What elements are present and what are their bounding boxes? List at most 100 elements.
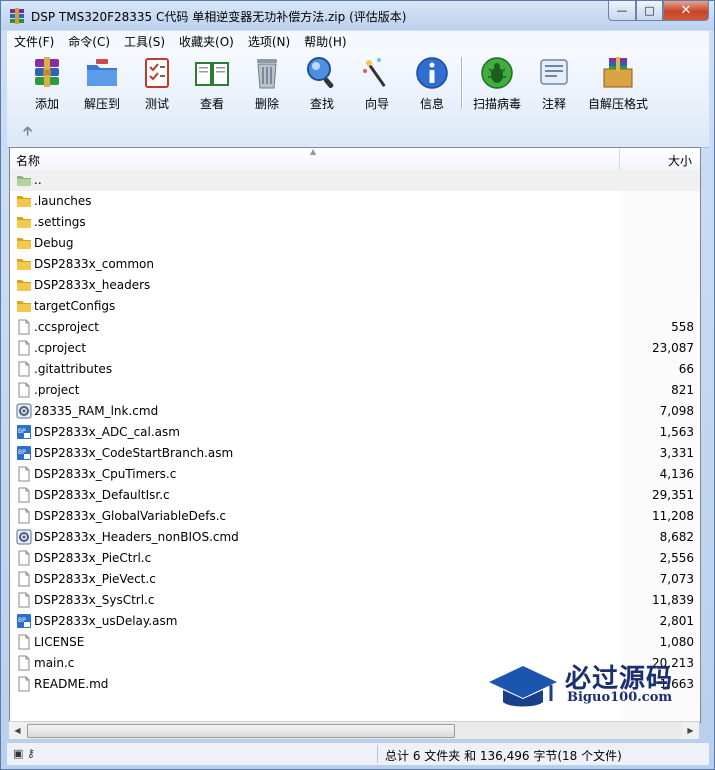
toolbar: 添加 解压到 测试 查看 删除 查找 向导 信息 扫描病毒 注释 自解压格式 🡱 [7,51,709,148]
menu-tools[interactable]: 工具(S) [117,33,172,50]
horizontal-scrollbar[interactable]: ◀ ▶ [9,721,699,739]
test-button[interactable]: 测试 [126,55,188,113]
file-name: DSP2833x_Headers_nonBIOS.cmd [34,530,239,544]
watermark: 必过源码 Biguo100.com [487,660,697,716]
minimize-button[interactable]: — [608,1,636,21]
file-row[interactable]: BP DSP2833x_usDelay.asm 2,801 [10,611,700,632]
file-name: DSP2833x_GlobalVariableDefs.c [34,509,227,523]
file-row[interactable]: DSP2833x_GlobalVariableDefs.c 11,208 [10,506,700,527]
scroll-left-icon[interactable]: ◀ [9,722,26,739]
file-size: 11,839 [652,593,694,607]
file-size: 558 [671,320,694,334]
scrollbar-thumb[interactable] [27,724,455,738]
file-name: .ccsproject [34,320,99,334]
file-size: 3,331 [659,446,694,460]
folder-row[interactable]: .settings [10,212,700,233]
extract-to-icon [87,59,117,86]
file-row[interactable]: DSP2833x_Headers_nonBIOS.cmd 8,682 [10,527,700,548]
folder-row[interactable]: .. [10,170,700,191]
column-size-header[interactable]: 大小 [668,152,692,169]
find-icon [307,57,334,89]
close-button[interactable]: ✕ [663,1,709,21]
file-row[interactable]: .project 821 [10,380,700,401]
file-name: DSP2833x_SysCtrl.c [34,593,155,607]
wizard-icon [363,58,386,87]
file-size: 1,080 [659,635,694,649]
file-row[interactable]: .ccsproject 558 [10,317,700,338]
file-name: README.md [34,677,109,691]
file-icon [18,361,30,377]
comment-button[interactable]: 注释 [523,55,585,113]
maximize-icon: □ [644,4,655,17]
folder-row[interactable]: DSP2833x_common [10,254,700,275]
file-row[interactable]: DSP2833x_PieCtrl.c 2,556 [10,548,700,569]
view-button[interactable]: 查看 [181,55,243,113]
virus-scan-button[interactable]: 扫描病毒 [466,55,528,113]
toolbar-separator [461,57,463,109]
file-name: main.c [34,656,75,670]
file-size: 2,801 [659,614,694,628]
maximize-button[interactable]: □ [636,1,663,21]
info-button[interactable]: 信息 [401,55,463,113]
file-name: DSP2833x_usDelay.asm [34,614,178,628]
menu-help[interactable]: 帮助(H) [297,33,353,50]
add-button[interactable]: 添加 [16,55,78,113]
add-archive-icon [35,57,59,87]
wizard-button[interactable]: 向导 [346,55,408,113]
file-size: 29,351 [652,488,694,502]
column-divider[interactable] [619,148,620,170]
menu-file[interactable]: 文件(F) [7,33,61,50]
file-name: .. [34,173,42,187]
file-row[interactable]: .cproject 23,087 [10,338,700,359]
file-name: DSP2833x_CpuTimers.c [34,467,177,481]
file-row[interactable]: DSP2833x_PieVect.c 7,073 [10,569,700,590]
c-file-icon [18,592,30,608]
file-row[interactable]: BP DSP2833x_ADC_cal.asm 1,563 [10,422,700,443]
folder-row[interactable]: targetConfigs [10,296,700,317]
test-label: 测试 [144,97,169,111]
close-icon: ✕ [680,3,692,18]
virus-scan-icon [481,57,513,89]
test-icon [145,58,169,88]
extract-to-button[interactable]: 解压到 [71,55,133,113]
info-icon [416,57,448,89]
wizard-label: 向导 [364,97,389,111]
c-file-icon [18,571,30,587]
file-name: .cproject [34,341,87,355]
folder-row[interactable]: DSP2833x_headers [10,275,700,296]
sfx-label: 自解压格式 [587,97,648,111]
file-row[interactable]: .gitattributes 66 [10,359,700,380]
sfx-button[interactable]: 自解压格式 [585,55,651,113]
file-row[interactable]: DSP2833x_SysCtrl.c 11,839 [10,590,700,611]
menu-favorites[interactable]: 收藏夹(O) [172,33,241,50]
file-row[interactable]: DSP2833x_CpuTimers.c 4,136 [10,464,700,485]
file-size: 2,556 [659,551,694,565]
file-list: 名称 ▲ 大小 .. .launches .settings Debug DSP2833… [9,147,701,723]
file-name: LICENSE [34,635,85,649]
status-drive-key-icon[interactable]: ▣ ⚷ [13,747,35,760]
file-name: .settings [34,215,86,229]
delete-button[interactable]: 删除 [236,55,298,113]
c-file-icon [18,466,30,482]
file-name: DSP2833x_DefaultIsr.c [34,488,170,502]
view-label: 查看 [199,97,224,111]
find-label: 查找 [309,97,334,111]
file-size: 7,098 [659,404,694,418]
column-name-header[interactable]: 名称 [16,152,40,169]
find-button[interactable]: 查找 [291,55,353,113]
up-level-icon[interactable]: 🡱 [23,122,32,144]
menu-command[interactable]: 命令(C) [61,33,117,50]
scroll-right-icon[interactable]: ▶ [682,722,699,739]
menu-options[interactable]: 选项(N) [241,33,297,50]
file-name: .gitattributes [34,362,113,376]
folder-row[interactable]: Debug [10,233,700,254]
file-row[interactable]: 28335_RAM_lnk.cmd 7,098 [10,401,700,422]
file-row[interactable]: LICENSE 1,080 [10,632,700,653]
folder-row[interactable]: .launches [10,191,700,212]
file-name: DSP2833x_PieCtrl.c [34,551,152,565]
folder-icon [17,301,31,312]
file-row[interactable]: DSP2833x_DefaultIsr.c 29,351 [10,485,700,506]
file-row[interactable]: BP DSP2833x_CodeStartBranch.asm 3,331 [10,443,700,464]
c-file-icon [18,487,30,503]
graduation-cap-icon [489,666,557,707]
